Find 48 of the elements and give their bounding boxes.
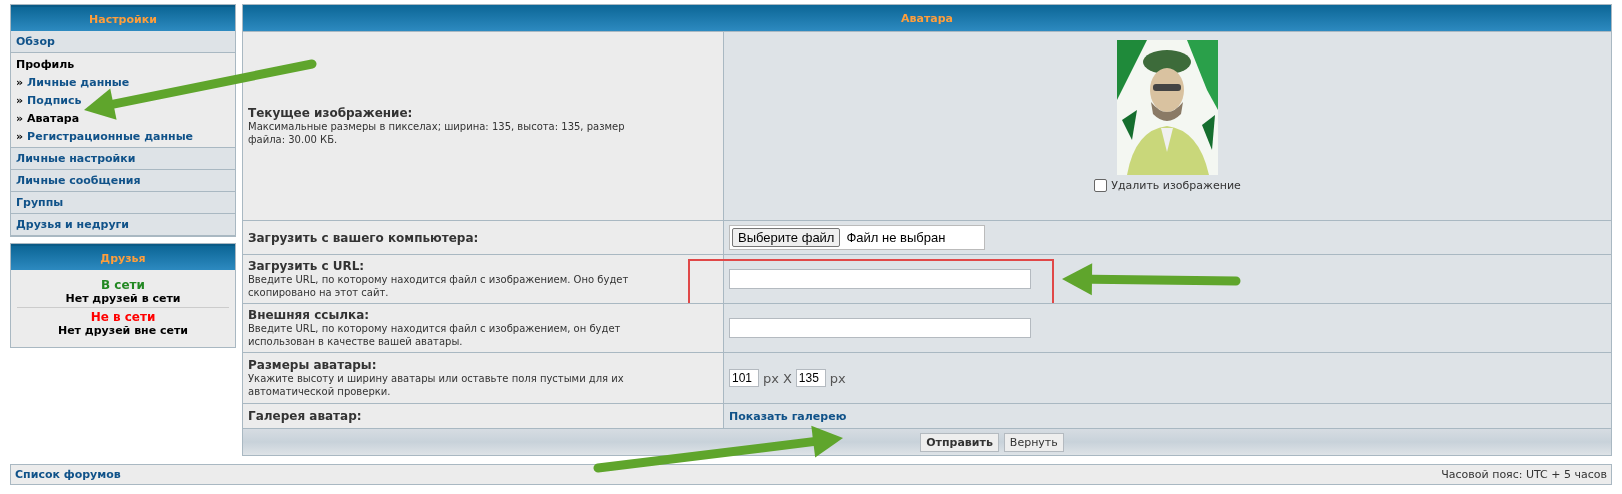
file-input[interactable]: Выберите файл Файл не выбран bbox=[729, 225, 985, 250]
field-label: Загрузить с вашего компьютера: bbox=[248, 230, 480, 245]
panel-header: Друзья bbox=[11, 244, 235, 270]
sidebar-subitem[interactable]: Регистрационные данные bbox=[27, 130, 194, 143]
delete-checkbox[interactable] bbox=[1094, 179, 1108, 192]
empty-message: Нет друзей вне сети bbox=[57, 324, 189, 337]
field-label: Текущее изображение: bbox=[248, 106, 414, 120]
panel-header: Аватара bbox=[243, 5, 1611, 31]
empty-message: Нет друзей в сети bbox=[65, 292, 181, 305]
field-description: Максимальные размеры в пикселах; ширина: 135, высота: 135, размер файла: 30.00 КБ. bbox=[248, 120, 626, 146]
submit-button[interactable]: Отправить bbox=[920, 432, 999, 452]
field-label: Загрузить с URL: bbox=[248, 259, 366, 273]
file-status: Файл не выбран bbox=[846, 230, 946, 245]
height-field[interactable]: 135 bbox=[795, 369, 826, 387]
sidebar-item[interactable]: Обзор bbox=[11, 31, 235, 53]
timezone-text: Часовой пояс: UTC + 5 часов bbox=[1441, 468, 1607, 481]
sidebar-item[interactable]: Группы bbox=[11, 192, 235, 214]
field-label: Внешняя ссылка: bbox=[248, 308, 371, 322]
sidebar-subitem[interactable]: Личные данные bbox=[27, 76, 130, 89]
url-field[interactable] bbox=[729, 318, 1031, 338]
sidebar-item[interactable]: Личные сообщения bbox=[11, 170, 235, 192]
forum-list-link[interactable]: Список форумов bbox=[15, 468, 121, 481]
sidebar-subitem[interactable]: Подпись bbox=[27, 94, 82, 107]
separator-label: X bbox=[782, 370, 792, 386]
bullet-mark: » bbox=[16, 112, 24, 125]
status-heading: Не в сети bbox=[90, 310, 156, 324]
field-label: Размеры аватары: bbox=[248, 358, 378, 372]
choose-file-button[interactable]: Выберите файл bbox=[732, 228, 841, 247]
bullet-mark: » bbox=[16, 94, 24, 107]
gallery-link[interactable]: Показать галерею bbox=[729, 409, 847, 423]
bullet-mark: » bbox=[16, 130, 24, 143]
bullet-mark: » bbox=[16, 76, 24, 89]
reset-button[interactable]: Вернуть bbox=[1003, 432, 1064, 452]
unit-label: px bbox=[763, 370, 779, 386]
field-description: Введите URL, по которому находится файл с изображением. Оно будет скопировано на этот сайт. bbox=[248, 273, 630, 299]
unit-label: px bbox=[829, 370, 846, 386]
width-field[interactable]: 101 bbox=[729, 369, 759, 387]
field-label: Галерея аватар: bbox=[248, 409, 363, 423]
field-description: Укажите высоту и ширину аватары или оставьте поля пустыми для их автоматической проверки. bbox=[248, 372, 625, 398]
panel-header: Настройки bbox=[11, 5, 235, 31]
sidebar-item[interactable]: Личные настройки bbox=[11, 148, 235, 170]
status-heading: В сети bbox=[101, 278, 145, 292]
field-description: Введите URL, по которому находится файл с изображением, он будет использован в качестве вашей аватары. bbox=[248, 322, 622, 348]
url-field[interactable] bbox=[729, 269, 1031, 289]
group-title: Профиль bbox=[16, 58, 76, 71]
sidebar-item[interactable]: Друзья и недруги bbox=[11, 214, 235, 236]
checkbox-label: Удалить изображение bbox=[1111, 179, 1241, 192]
sidebar-subitem[interactable]: Аватара bbox=[27, 112, 80, 125]
